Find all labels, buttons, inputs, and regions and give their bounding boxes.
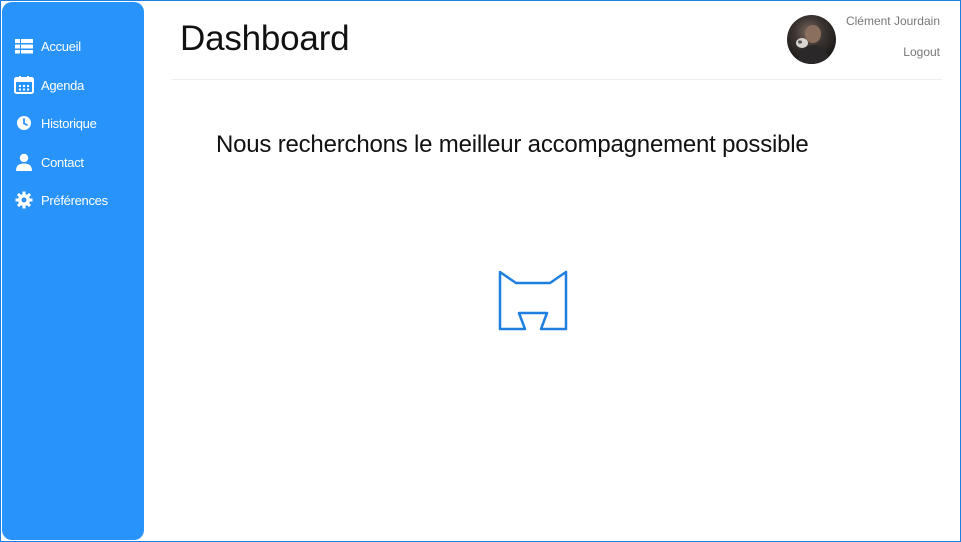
dashboard-icon [14, 36, 34, 56]
sidebar-item-label: Accueil [41, 38, 81, 54]
sidebar-item-label: Agenda [41, 77, 85, 93]
logout-link[interactable]: Logout [903, 45, 940, 59]
loading-message: Nous recherchons le meilleur accompagnem… [216, 131, 809, 158]
gear-icon [14, 190, 34, 210]
sidebar-item-accueil[interactable]: Accueil [2, 31, 144, 61]
calendar-icon [14, 75, 34, 95]
avatar[interactable] [787, 15, 836, 64]
page-title: Dashboard [180, 19, 350, 58]
user-name: Clément Jourdain [845, 14, 940, 28]
sidebar: Accueil Agenda Historique Contact Préfér… [2, 2, 144, 540]
person-icon [14, 152, 34, 172]
sidebar-item-agenda[interactable]: Agenda [2, 70, 144, 100]
clock-icon [14, 113, 34, 133]
sidebar-item-label: Contact [41, 154, 84, 170]
sidebar-item-label: Historique [41, 115, 97, 131]
sidebar-item-contact[interactable]: Contact [2, 147, 144, 177]
m-logo-icon [497, 269, 569, 333]
app-window: Accueil Agenda Historique Contact Préfér… [0, 0, 961, 542]
sidebar-item-label: Préférences [41, 192, 108, 208]
sidebar-item-preferences[interactable]: Préférences [2, 185, 144, 215]
sidebar-item-historique[interactable]: Historique [2, 108, 144, 138]
header-divider [172, 79, 942, 80]
